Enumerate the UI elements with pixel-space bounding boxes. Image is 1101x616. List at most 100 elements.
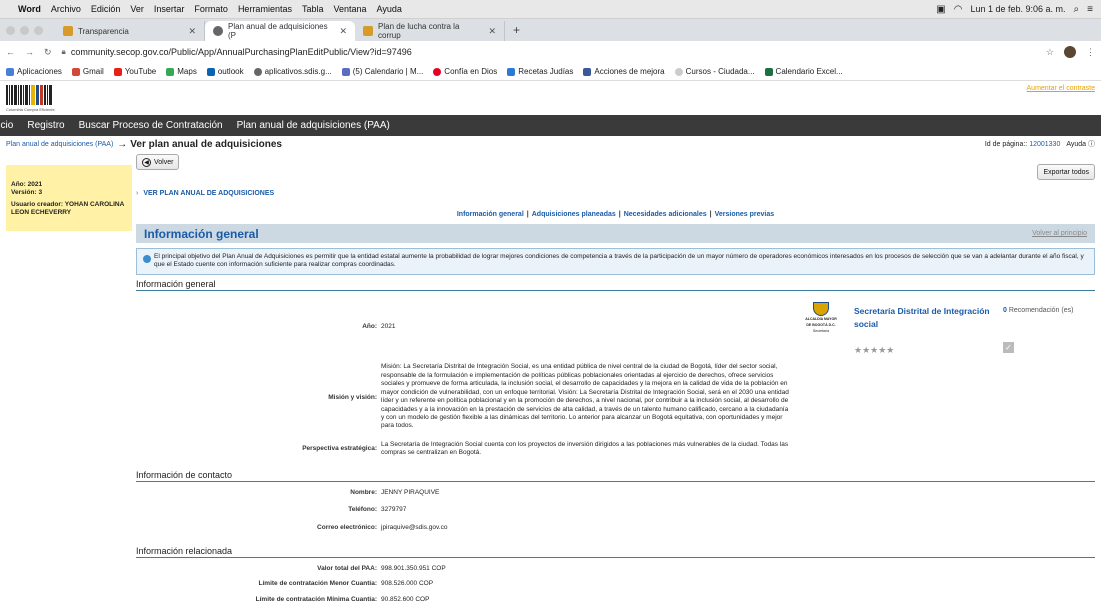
- info-message: El principal objetivo del Plan Anual de …: [136, 248, 1095, 275]
- page-id-link[interactable]: 12001330: [1029, 141, 1060, 148]
- bookmark-outlook[interactable]: outlook: [206, 67, 244, 76]
- entity-name-link[interactable]: Secretaría Distrital de Integración soci…: [854, 305, 999, 331]
- tab-plan-lucha[interactable]: Plan de lucha contra la corrup ✕: [355, 21, 505, 41]
- menu-app-word[interactable]: Word: [18, 4, 41, 14]
- display-icon[interactable]: ▣: [936, 4, 945, 15]
- zoom-window-icon[interactable]: [34, 25, 43, 35]
- main-area: Año: 2021 Versión: 3 Usuario creador: YO…: [0, 152, 1101, 604]
- general-subhead: Información general: [136, 279, 1095, 291]
- search-icon[interactable]: ⌕: [1074, 4, 1080, 15]
- menu-ventana[interactable]: Ventana: [333, 4, 366, 14]
- export-all-button[interactable]: Exportar todos: [1037, 164, 1095, 180]
- section-links: Información general | Adquisiciones planea…: [456, 211, 775, 218]
- page-id-label: Id de página::: [984, 141, 1028, 148]
- nav-inicio[interactable]: Inicio: [0, 120, 13, 131]
- bookmark-recetas[interactable]: Recetas Judías: [507, 67, 573, 76]
- menu-ayuda[interactable]: Ayuda: [377, 4, 402, 14]
- url-text[interactable]: community.secop.gov.co/Public/App/Annual…: [71, 47, 412, 57]
- bookmark-star-icon[interactable]: ☆: [1046, 47, 1054, 58]
- pinterest-icon: [433, 67, 442, 76]
- back-circle-icon: ◀: [142, 157, 151, 167]
- back-arrow-icon[interactable]: ←: [6, 47, 15, 57]
- minimize-window-icon[interactable]: [20, 25, 29, 35]
- breadcrumb-paa[interactable]: Plan anual de adquisiciones (PAA): [6, 141, 113, 148]
- course-icon: [674, 67, 683, 76]
- creator-text: Usuario creador: YOHAN CAROLINA LEON ECH…: [11, 201, 125, 217]
- back-to-top-link[interactable]: Volver al principio: [1032, 230, 1087, 237]
- profile-avatar[interactable]: [1064, 46, 1076, 58]
- bookmark-confia[interactable]: Confía en Dios: [433, 67, 497, 76]
- bookmark-acciones[interactable]: Acciones de mejora: [583, 67, 665, 76]
- status-area: ▣ ◠ Lun 1 de feb. 9:06 a. m. ⌕ ≡: [936, 4, 1093, 15]
- link-informacion-general[interactable]: Información general: [457, 211, 524, 218]
- bookmark-calendario[interactable]: (5) Calendario | M...: [341, 67, 423, 76]
- new-tab-icon[interactable]: +: [505, 23, 528, 37]
- control-center-icon[interactable]: ≡: [1087, 4, 1093, 15]
- help-link[interactable]: Ayuda: [1066, 141, 1086, 148]
- back-button[interactable]: ◀ Volver: [136, 154, 180, 170]
- close-tab-icon[interactable]: ✕: [339, 26, 347, 37]
- gmail-icon: [71, 67, 80, 76]
- menu-tabla[interactable]: Tabla: [302, 4, 324, 14]
- close-tab-icon[interactable]: ✕: [488, 26, 496, 37]
- recommendation-count: 0: [1003, 307, 1007, 314]
- menu-ver[interactable]: Ver: [130, 4, 144, 14]
- shield-icon: [813, 302, 829, 316]
- help-icon[interactable]: ⓘ: [1088, 141, 1095, 148]
- contact-phone-row: Teléfono: 3279797: [348, 506, 407, 514]
- checkbox-icon[interactable]: ✓: [1003, 342, 1014, 353]
- section-header: Información general Volver al principio: [136, 224, 1095, 243]
- menu-archivo[interactable]: Archivo: [51, 4, 81, 14]
- site-favicon-icon: [63, 26, 73, 36]
- bookmark-maps[interactable]: Maps: [166, 67, 197, 76]
- tab-label: Plan anual de adquisiciones (P: [228, 22, 328, 40]
- year-text: Año: 2021: [11, 181, 43, 188]
- menu-formato[interactable]: Formato: [194, 4, 228, 14]
- browser-menu-icon[interactable]: ⋮: [1086, 47, 1095, 58]
- contact-email-row: Correo electrónico: jpiraquive@sdis.gov.…: [317, 523, 448, 531]
- tab-plan-anual[interactable]: Plan anual de adquisiciones (P ✕: [205, 21, 355, 41]
- address-bar[interactable]: 🔒︎ community.secop.gov.co/Public/App/Ann…: [62, 47, 1036, 57]
- forward-arrow-icon[interactable]: →: [25, 47, 34, 57]
- bookmark-gmail[interactable]: Gmail: [71, 67, 104, 76]
- site-header: Colombia Compra Eficiente Aumentar el co…: [0, 81, 1101, 115]
- menu-herramientas[interactable]: Herramientas: [238, 4, 292, 14]
- close-window-icon[interactable]: [6, 25, 15, 35]
- chevron-right-icon: ›: [136, 190, 139, 197]
- mac-menu-bar: Word Archivo Edición Ver Insertar Format…: [0, 0, 1101, 19]
- site-favicon-icon: [363, 26, 373, 36]
- increase-contrast-link[interactable]: Aumentar el contraste: [1027, 85, 1095, 115]
- bookmark-calendario-excel[interactable]: Calendario Excel...: [764, 67, 843, 76]
- contact-subhead: Información de contacto: [136, 470, 1095, 482]
- reload-icon[interactable]: ↻: [44, 47, 52, 58]
- ver-plan-link[interactable]: › VER PLAN ANUAL DE ADQUISICIONES: [136, 190, 1095, 197]
- star-of-david-icon: [507, 67, 516, 76]
- link-necesidades-adicionales[interactable]: Necesidades adicionales: [624, 211, 707, 218]
- top-buttons: ◀ Volver Exportar todos: [136, 154, 1095, 180]
- nav-registro[interactable]: Registro: [27, 120, 64, 131]
- menor-row: Límite de contratación Menor Cuantía: 90…: [258, 580, 434, 588]
- close-tab-icon[interactable]: ✕: [188, 26, 196, 37]
- globe-icon: [253, 67, 262, 76]
- menu-insertar[interactable]: Insertar: [154, 4, 185, 14]
- related-subhead: Información relacionada: [136, 546, 1095, 558]
- browser-tab-bar: Transparencia ✕ Plan anual de adquisicio…: [0, 19, 1101, 41]
- bookmark-aplicativos[interactable]: aplicativos.sdis.g...: [253, 67, 332, 76]
- menu-edicion[interactable]: Edición: [91, 4, 121, 14]
- link-versiones-previas[interactable]: Versiones previas: [715, 211, 775, 218]
- link-adquisiciones-planeadas[interactable]: Adquisiciones planeadas: [532, 211, 616, 218]
- maps-icon: [166, 67, 175, 76]
- colombia-compra-logo[interactable]: Colombia Compra Eficiente: [6, 85, 76, 115]
- bookmark-cursos[interactable]: Cursos - Ciudada...: [674, 67, 755, 76]
- tab-transparencia[interactable]: Transparencia ✕: [55, 21, 205, 41]
- bookmark-youtube[interactable]: YouTube: [113, 67, 156, 76]
- bookmark-aplicaciones[interactable]: Aplicaciones: [6, 67, 62, 76]
- recommendation-label: Recomendación (es): [1008, 307, 1074, 314]
- plan-summary-panel: Año: 2021 Versión: 3 Usuario creador: YO…: [6, 165, 132, 231]
- clock-text[interactable]: Lun 1 de feb. 9:06 a. m.: [970, 4, 1065, 14]
- rating-stars-icon: ★★★★★: [854, 345, 895, 355]
- wifi-icon[interactable]: ◠: [954, 4, 963, 15]
- nav-buscar-proceso[interactable]: Buscar Proceso de Contratación: [79, 120, 223, 131]
- nav-plan-anual[interactable]: Plan anual de adquisiciones (PAA): [237, 120, 390, 131]
- lock-icon[interactable]: 🔒︎: [62, 47, 66, 57]
